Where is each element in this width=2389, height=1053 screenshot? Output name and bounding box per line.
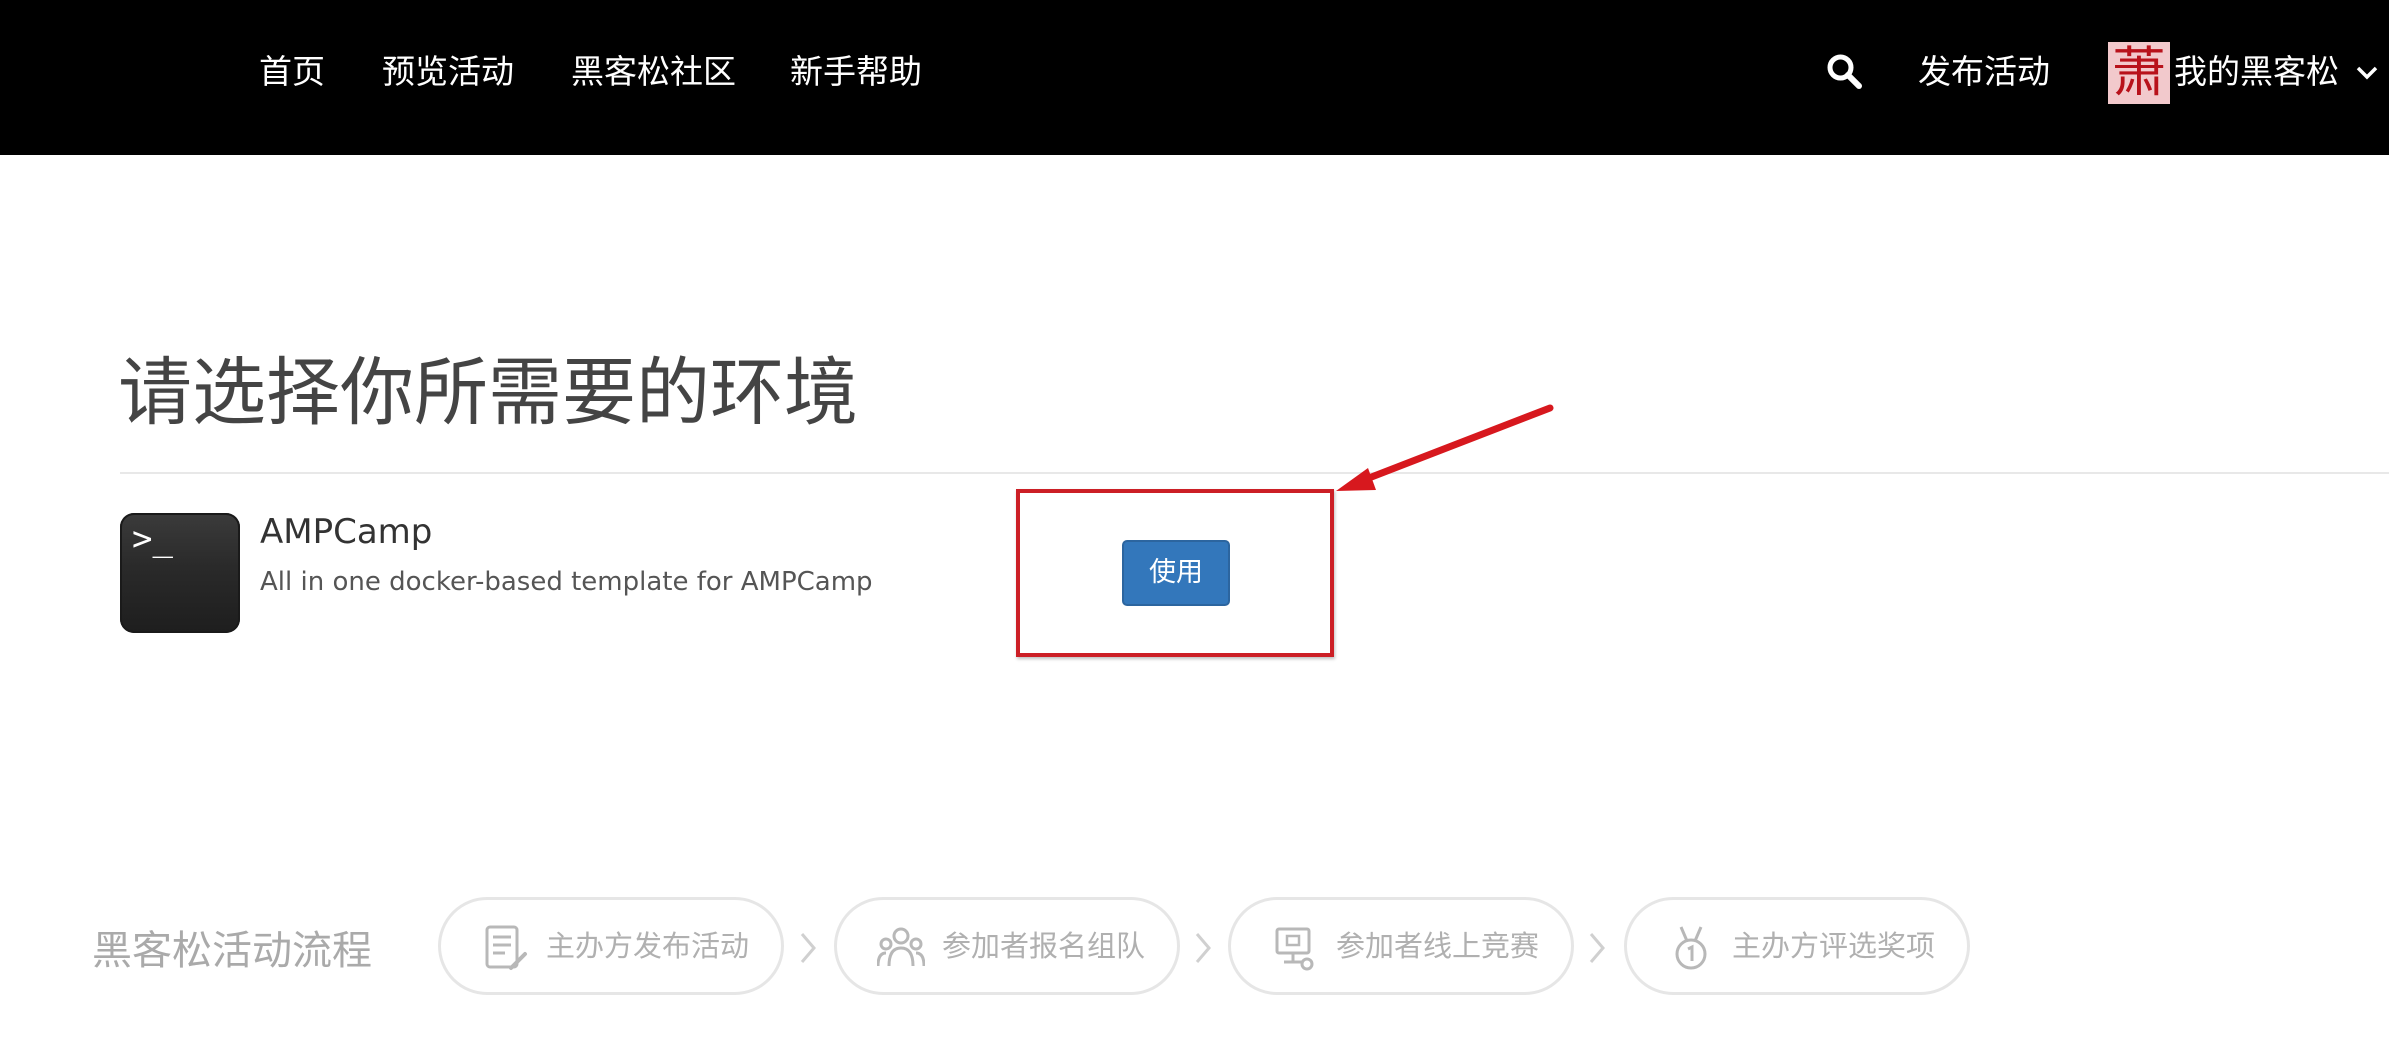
nav-beginner-help[interactable]: 新手帮助 xyxy=(790,50,922,94)
avatar[interactable]: 萧 xyxy=(2108,42,2170,104)
computer-icon xyxy=(1275,927,1314,971)
terminal-prompt: >_ xyxy=(132,519,173,559)
nav-hackathon-community[interactable]: 黑客松社区 xyxy=(571,50,736,94)
medal-icon xyxy=(1675,926,1707,970)
flow-step-award: 主办方评选奖项 xyxy=(1624,897,1970,995)
search-icon[interactable] xyxy=(1826,53,1862,89)
flow-step-label: 参加者线上竞赛 xyxy=(1336,929,1540,963)
nav-publish-event[interactable]: 发布活动 xyxy=(1918,50,2050,94)
environment-name: AMPCamp xyxy=(260,512,433,552)
flow-arrow-icon xyxy=(800,933,816,963)
document-icon xyxy=(485,925,527,970)
flow-arrow-icon xyxy=(1195,933,1211,963)
flow-step-publish: 主办方发布活动 xyxy=(438,897,784,995)
nav-my-hackathon[interactable]: 我的黑客松 xyxy=(2174,50,2339,94)
page-title: 请选择你所需要的环境 xyxy=(118,350,858,436)
flow-step-label: 主办方评选奖项 xyxy=(1732,929,1936,963)
use-button[interactable]: 使用 xyxy=(1122,540,1230,606)
flow-step-label: 参加者报名组队 xyxy=(942,929,1146,963)
divider xyxy=(120,472,2389,474)
flow-step-register: 参加者报名组队 xyxy=(834,897,1180,995)
chevron-down-icon[interactable] xyxy=(2355,64,2379,82)
annotation-arrow-icon xyxy=(1336,404,1554,491)
environment-description: All in one docker-based template for AMP… xyxy=(260,567,873,597)
nav-home[interactable]: 首页 xyxy=(259,50,325,94)
flow-title: 黑客松活动流程 xyxy=(92,928,372,974)
top-navbar: 首页 预览活动 黑客松社区 新手帮助 发布活动 萧 我的黑客松 xyxy=(0,0,2389,155)
nav-preview-events[interactable]: 预览活动 xyxy=(382,50,514,94)
flow-arrow-icon xyxy=(1589,933,1605,963)
terminal-icon: >_ xyxy=(120,513,240,633)
flow-step-label: 主办方发布活动 xyxy=(546,929,750,963)
group-icon xyxy=(877,927,925,967)
flow-step-compete: 参加者线上竞赛 xyxy=(1228,897,1574,995)
